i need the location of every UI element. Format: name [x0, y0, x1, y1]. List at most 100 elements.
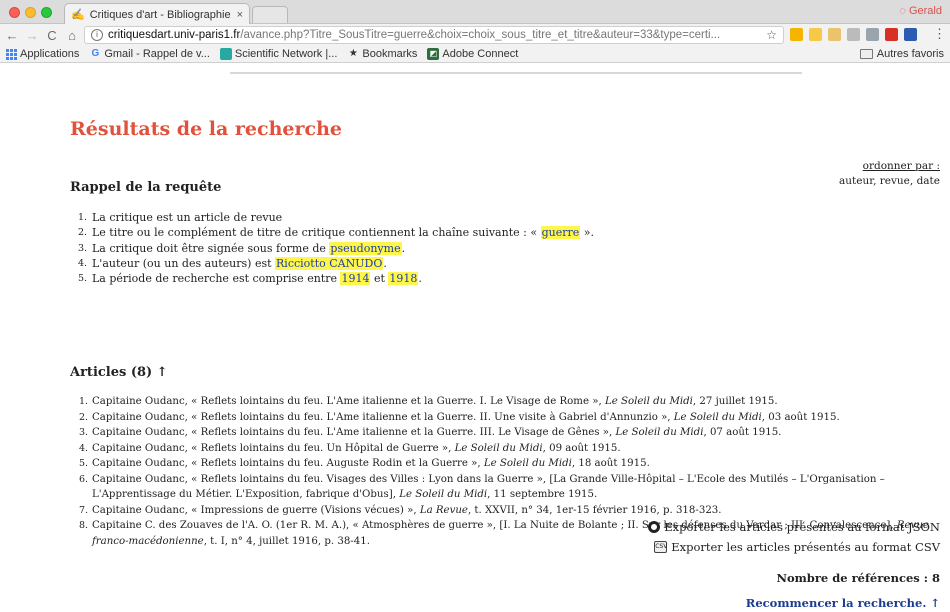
- top-nav-divider: [230, 72, 802, 74]
- bookmark-label: Adobe Connect: [442, 48, 519, 60]
- article-text: Capitaine Oudanc, « Reflets lointains du…: [92, 427, 616, 438]
- network-icon: [219, 48, 232, 60]
- sort-options[interactable]: auteur, revue, date: [839, 174, 940, 189]
- query-heading: Rappel de la requête: [70, 180, 222, 195]
- criteria-item: 2. Le titre ou le complément de titre de …: [78, 225, 594, 240]
- item-number: 7.: [79, 504, 89, 516]
- bookmark-label: Gmail - Rappel de v...: [104, 48, 210, 60]
- item-number: 4.: [79, 442, 89, 454]
- criteria-list: 1. La critique est un article de revue 2.…: [78, 210, 594, 286]
- minimize-window-button[interactable]: [25, 7, 36, 18]
- article-details: , 03 août 1915.: [761, 411, 840, 423]
- item-number: 4.: [78, 257, 88, 269]
- item-number: 5.: [78, 273, 88, 285]
- forward-icon[interactable]: →: [24, 28, 40, 43]
- journal-title: Le Soleil du Midi: [454, 442, 543, 454]
- item-number: 3.: [78, 242, 88, 254]
- journal-title: Le Soleil du Midi: [483, 458, 572, 469]
- journal-title: Le Soleil du Midi: [604, 396, 693, 407]
- article-details: , 09 août 1915.: [542, 442, 621, 454]
- highlighted-term[interactable]: pseudonyme: [329, 241, 402, 255]
- browser-tab[interactable]: ✍ Critiques d'art - Bibliographie ×: [64, 3, 250, 25]
- extension-icon[interactable]: [866, 28, 879, 41]
- sort-label[interactable]: ordonner par :: [839, 159, 940, 174]
- json-icon: [648, 521, 661, 533]
- article-item: 7. Capitaine Oudanc, « Impressions de gue…: [79, 503, 942, 519]
- highlighted-term[interactable]: 1918: [388, 272, 419, 286]
- criteria-text: .: [401, 241, 406, 255]
- highlighted-term[interactable]: guerre: [540, 226, 581, 240]
- export-json-link[interactable]: Exporter les articles présentés au forma…: [648, 520, 940, 534]
- back-icon[interactable]: ←: [4, 28, 20, 43]
- extension-icons: [790, 28, 917, 41]
- article-text: Capitaine Oudanc, « Reflets lointains du…: [92, 442, 455, 454]
- bookmark-bookmarks[interactable]: ★ Bookmarks: [347, 48, 418, 60]
- item-number: 1.: [79, 396, 89, 407]
- bookmark-scientific-network[interactable]: Scientific Network |...: [219, 48, 337, 60]
- item-number: 6.: [79, 473, 89, 485]
- article-item: 4. Capitaine Oudanc, « Reflets lointains …: [79, 441, 942, 457]
- close-tab-icon[interactable]: ×: [237, 9, 243, 21]
- address-bar[interactable]: i critiquesdart.univ-paris1.fr/avance.ph…: [84, 26, 784, 44]
- highlighted-term[interactable]: 1914: [340, 272, 371, 286]
- adobe-icon: ◩: [427, 48, 440, 60]
- bookmark-star-icon[interactable]: ☆: [766, 28, 777, 42]
- article-details: , t. I, n° 4, juillet 1916, p. 38-41.: [203, 535, 370, 547]
- reference-count: Nombre de références : 8: [776, 571, 940, 585]
- profile-button[interactable]: ◌ Gerald: [899, 5, 942, 17]
- info-icon[interactable]: i: [91, 29, 103, 41]
- bookmark-label: Applications: [20, 48, 80, 60]
- bookmark-gmail[interactable]: G Gmail - Rappel de v...: [89, 48, 210, 60]
- article-details: , 11 septembre 1915.: [487, 489, 598, 500]
- criteria-item: 3. La critique doit être signée sous form…: [78, 241, 594, 256]
- article-item: 5. Capitaine Oudanc, « Reflets lointains …: [79, 456, 942, 472]
- article-text: Capitaine Oudanc, « Reflets lointains du…: [92, 396, 605, 407]
- maximize-window-button[interactable]: [41, 7, 52, 18]
- browser-toolbar: ← → C ⌂ i critiquesdart.univ-paris1.fr/a…: [0, 24, 950, 46]
- extension-icon[interactable]: [885, 28, 898, 41]
- item-number: 3.: [79, 427, 89, 438]
- article-item: 3. Capitaine Oudanc, « Reflets lointains …: [79, 425, 942, 441]
- criteria-text: ».: [580, 226, 594, 240]
- item-number: 1.: [78, 212, 88, 223]
- journal-title: Le Soleil du Midi: [615, 427, 704, 438]
- highlighted-term[interactable]: Ricciotto CANUDO: [275, 256, 384, 270]
- site-favicon-icon: ✍: [71, 9, 85, 21]
- journal-title: La Revue: [419, 504, 468, 516]
- extension-icon[interactable]: [847, 28, 860, 41]
- profile-icon: ◌: [899, 5, 906, 17]
- articles-heading[interactable]: Articles (8) ↑: [70, 365, 168, 380]
- criteria-text: Le titre ou le complément de titre de cr…: [92, 226, 541, 240]
- star-icon: ★: [348, 48, 358, 59]
- criteria-text: et: [370, 272, 389, 286]
- bookmarks-bar: Applications G Gmail - Rappel de v... Sc…: [0, 46, 950, 63]
- reload-icon[interactable]: C: [44, 28, 60, 43]
- journal-title: Le Soleil du Midi: [673, 411, 762, 423]
- item-number: 8.: [79, 520, 89, 531]
- extension-icon[interactable]: [809, 28, 822, 41]
- export-json-label: Exporter les articles présentés au forma…: [664, 520, 940, 534]
- other-bookmarks[interactable]: Autres favoris: [859, 48, 944, 60]
- csv-icon: CSV: [654, 541, 667, 553]
- apps-grid-icon: [6, 48, 17, 60]
- page-content: Résultats de la recherche ordonner par :…: [0, 63, 950, 612]
- criteria-item: 4. L'auteur (ou un des auteurs) est Ricci…: [78, 256, 594, 271]
- browser-menu-icon[interactable]: ⋮: [933, 26, 946, 42]
- export-csv-link[interactable]: CSV Exporter les articles présentés au f…: [654, 540, 940, 554]
- home-icon[interactable]: ⌂: [64, 28, 80, 43]
- other-bookmarks-label: Autres favoris: [876, 48, 944, 60]
- close-window-button[interactable]: [9, 7, 20, 18]
- url-path: /avance.php?Titre_SousTitre=guerre&choix…: [240, 29, 721, 41]
- extension-icon[interactable]: [828, 28, 841, 41]
- new-tab-button[interactable]: [252, 6, 288, 23]
- bookmark-label: Bookmarks: [362, 48, 418, 60]
- item-number: 2.: [78, 227, 88, 239]
- extension-icon[interactable]: [790, 28, 803, 41]
- article-text: Capitaine Oudanc, « Reflets lointains du…: [92, 458, 484, 469]
- restart-search-link[interactable]: Recommencer la recherche. ↑: [746, 596, 940, 610]
- bookmark-applications[interactable]: Applications: [6, 48, 79, 60]
- extension-icon[interactable]: [904, 28, 917, 41]
- bookmark-adobe-connect[interactable]: ◩ Adobe Connect: [427, 48, 518, 60]
- google-icon: G: [91, 48, 100, 59]
- url-text: critiquesdart.univ-paris1.fr/avance.php?…: [108, 29, 761, 41]
